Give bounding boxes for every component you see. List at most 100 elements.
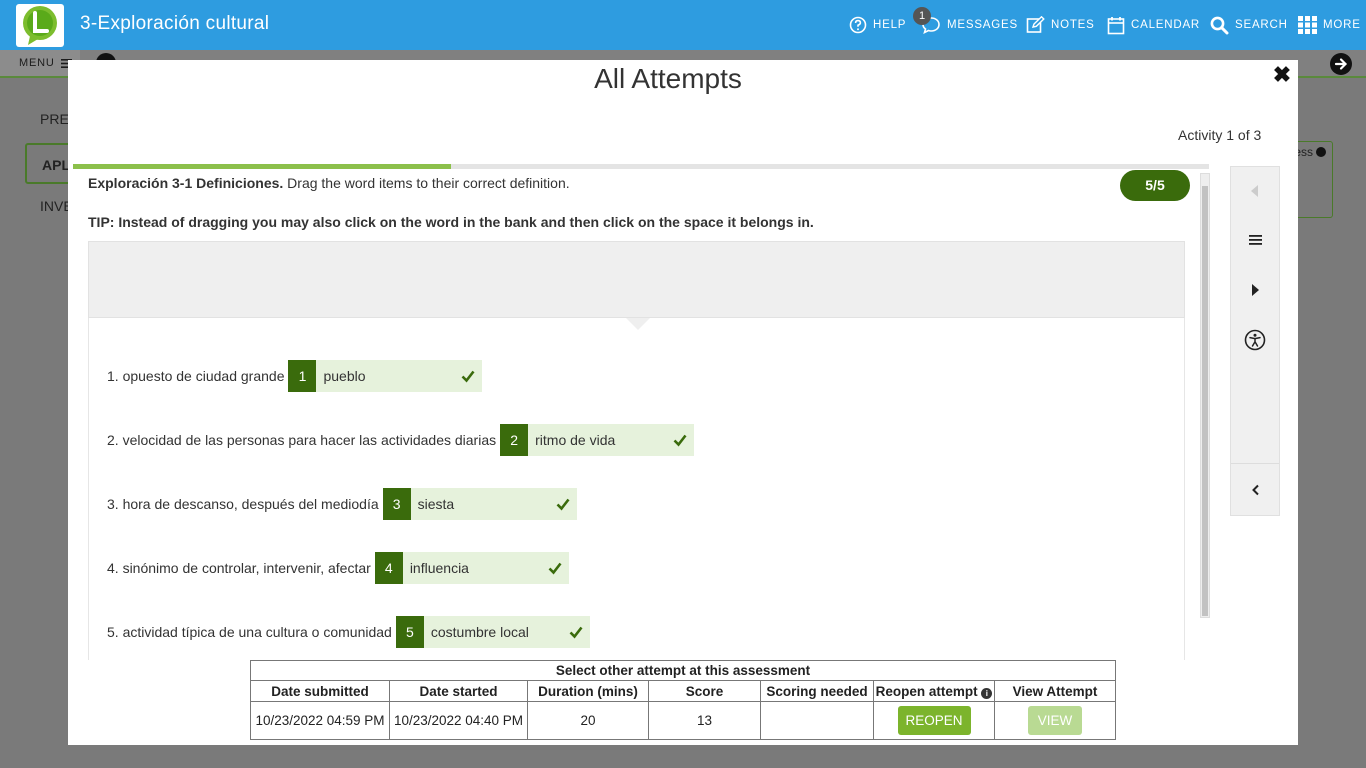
answer-word: pueblo — [323, 368, 366, 384]
calendar-button[interactable]: CALENDAR — [1107, 15, 1200, 35]
calendar-label: CALENDAR — [1131, 19, 1201, 31]
checkmark-icon — [548, 562, 562, 575]
question-row: 2. velocidad de las personas para hacer … — [107, 424, 695, 456]
caret-right-icon — [1252, 284, 1259, 296]
column-header: Date started — [389, 680, 528, 702]
column-header: Duration (mins) — [527, 680, 649, 702]
activity-counter: Activity 1 of 3 — [1178, 127, 1262, 143]
checkmark-icon — [556, 498, 570, 511]
messages-label: MESSAGES — [947, 19, 1018, 31]
panel-divider — [1231, 463, 1279, 464]
grid-icon — [1298, 16, 1317, 34]
answer-number: 2 — [500, 424, 529, 456]
score-badge: 5/5 — [1120, 170, 1190, 201]
question-text: 1. opuesto de ciudad grande — [107, 368, 285, 384]
help-button[interactable]: HELP — [849, 15, 906, 35]
column-header: Date submitted — [250, 680, 390, 702]
notes-label: NOTES — [1051, 19, 1095, 31]
activity-list-button[interactable] — [1231, 217, 1279, 263]
tip-text: TIP: Instead of dragging you may also cl… — [88, 214, 814, 230]
previous-activity-button[interactable] — [1231, 168, 1279, 214]
chevron-left-icon — [1251, 484, 1259, 496]
reopen-cell: REOPEN — [873, 701, 995, 740]
more-button[interactable]: MORE — [1298, 15, 1361, 35]
answer-number: 1 — [288, 360, 317, 392]
attempts-table-caption: Select other attempt at this assessment — [250, 660, 1116, 681]
accessibility-icon — [1244, 329, 1266, 351]
view-attempt-button[interactable]: VIEW — [1028, 706, 1082, 735]
activity-control-panel — [1230, 166, 1280, 516]
instructions-title: Exploración 3-1 Definiciones. — [88, 175, 284, 191]
info-icon[interactable]: i — [981, 687, 993, 699]
search-button[interactable]: SEARCH — [1210, 15, 1288, 35]
attempts-table: Select other attempt at this assessment … — [250, 660, 1116, 740]
answer-number: 3 — [382, 488, 411, 520]
answer-word: siesta — [417, 496, 455, 512]
help-label: HELP — [873, 19, 907, 31]
answer-slot[interactable]: 5 costumbre local — [395, 616, 590, 648]
answer-word: ritmo de vida — [535, 432, 616, 448]
question-row: 1. opuesto de ciudad grande 1 pueblo — [107, 360, 483, 392]
checkmark-icon — [569, 626, 583, 639]
messages-count-badge: 1 — [913, 7, 931, 25]
question-text: 2. velocidad de las personas para hacer … — [107, 432, 497, 448]
question-row: 5. actividad típica de una cultura o com… — [107, 616, 590, 648]
all-attempts-modal: All Attempts ✖ Activity 1 of 3 Exploraci… — [68, 60, 1298, 745]
duration-cell: 20 — [527, 701, 649, 740]
accessibility-button[interactable] — [1231, 317, 1279, 363]
question-text: 5. actividad típica de una cultura o com… — [107, 624, 392, 640]
table-row: 10/23/2022 04:59 PM 10/23/2022 04:40 PM … — [250, 701, 1116, 740]
date-submitted-cell: 10/23/2022 04:59 PM — [250, 701, 390, 740]
question-row: 3. hora de descanso, después del mediodí… — [107, 488, 577, 520]
column-header: View Attempt — [994, 680, 1116, 702]
answer-word: costumbre local — [430, 624, 529, 640]
collapse-panel-button[interactable] — [1231, 467, 1279, 513]
activity-progress-bar — [73, 164, 1209, 169]
close-icon[interactable]: ✖ — [1272, 64, 1292, 86]
search-icon — [1210, 16, 1229, 34]
questions-area: 1. opuesto de ciudad grande 1 pueblo 2. … — [88, 318, 1185, 660]
activity-content: Exploración 3-1 Definiciones. Drag the w… — [88, 170, 1210, 660]
app-title: 3-Exploración cultural — [80, 13, 270, 34]
app-logo[interactable] — [16, 4, 64, 47]
reopen-button[interactable]: REOPEN — [897, 706, 971, 735]
scoring-needed-cell — [760, 701, 874, 740]
instructions-text: Drag the word items to their correct def… — [287, 175, 570, 191]
reopen-column-header: Reopen attempt i — [873, 680, 995, 702]
column-header: Scoring needed — [760, 680, 874, 702]
answer-word: influencia — [409, 560, 469, 576]
calendar-icon — [1107, 16, 1125, 34]
messages-button[interactable]: MESSAGES — [921, 15, 1018, 35]
top-bar: 3-Exploración cultural HELP MESSAGES 1 N… — [0, 0, 1366, 50]
score-cell: 13 — [648, 701, 761, 740]
modal-title: All Attempts — [594, 63, 742, 94]
answer-number: 4 — [374, 552, 403, 584]
list-icon — [1248, 235, 1262, 245]
scrollbar-thumb[interactable] — [1202, 186, 1208, 616]
caret-left-icon — [1251, 185, 1258, 197]
progress-fill — [73, 164, 452, 169]
answer-slot[interactable]: 3 siesta — [382, 488, 577, 520]
search-label: SEARCH — [1235, 19, 1288, 31]
question-row: 4. sinónimo de controlar, intervenir, af… — [107, 552, 569, 584]
word-bank[interactable] — [88, 241, 1185, 318]
next-activity-button[interactable] — [1231, 267, 1279, 313]
edit-note-icon — [1026, 16, 1045, 33]
answer-slot[interactable]: 2 ritmo de vida — [500, 424, 695, 456]
menu-label: MENU — [19, 57, 55, 69]
minus-circle-icon — [1316, 147, 1326, 157]
checkmark-icon — [462, 370, 476, 383]
more-label: MORE — [1323, 19, 1361, 31]
notes-button[interactable]: NOTES — [1026, 15, 1095, 35]
answer-slot[interactable]: 1 pueblo — [288, 360, 483, 392]
content-scrollbar[interactable] — [1200, 173, 1210, 618]
question-text: 4. sinónimo de controlar, intervenir, af… — [107, 560, 371, 576]
help-icon — [849, 16, 867, 34]
answer-slot[interactable]: 4 influencia — [374, 552, 569, 584]
answer-number: 5 — [395, 616, 424, 648]
next-lesson-icon[interactable] — [1330, 53, 1352, 75]
question-text: 3. hora de descanso, después del mediodí… — [107, 496, 379, 512]
view-cell: VIEW — [994, 701, 1116, 740]
column-header: Score — [648, 680, 761, 702]
date-started-cell: 10/23/2022 04:40 PM — [389, 701, 528, 740]
